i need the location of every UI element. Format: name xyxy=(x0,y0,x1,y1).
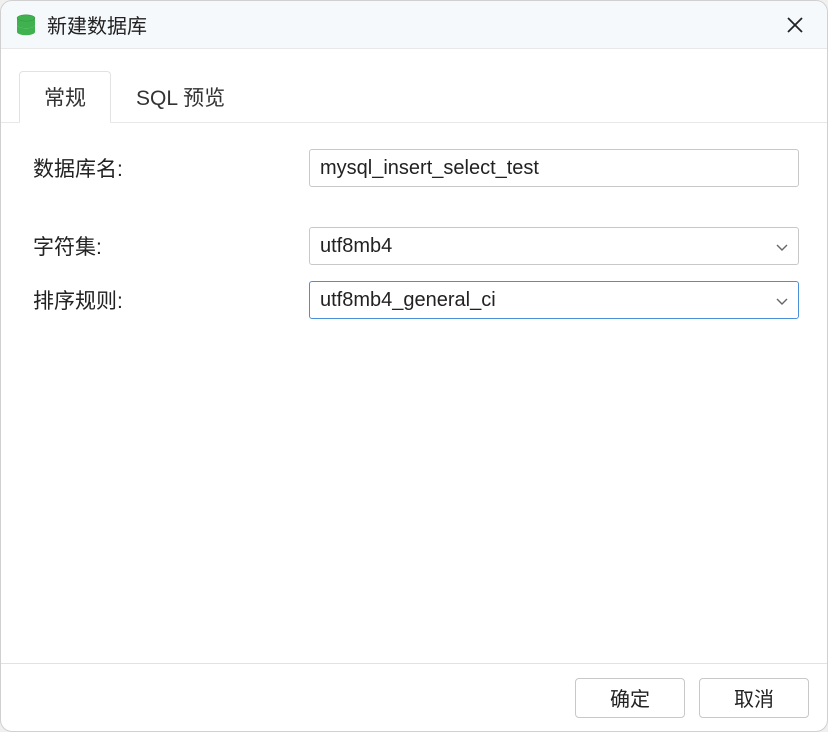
dialog-footer: 确定 取消 xyxy=(1,663,827,731)
select-collation-wrapper: utf8mb4_general_ci xyxy=(309,281,799,319)
ok-button[interactable]: 确定 xyxy=(575,678,685,718)
select-collation[interactable]: utf8mb4_general_ci xyxy=(309,281,799,319)
close-button[interactable] xyxy=(777,7,813,43)
label-database-name: 数据库名: xyxy=(29,153,309,183)
label-charset: 字符集: xyxy=(29,231,309,261)
input-database-name[interactable] xyxy=(309,149,799,187)
chevron-down-icon xyxy=(776,235,788,258)
select-charset[interactable]: utf8mb4 xyxy=(309,227,799,265)
close-icon xyxy=(786,16,804,34)
cancel-button[interactable]: 取消 xyxy=(699,678,809,718)
select-charset-value: utf8mb4 xyxy=(320,235,392,258)
tab-general[interactable]: 常规 xyxy=(19,71,111,123)
row-charset: 字符集: utf8mb4 xyxy=(29,227,799,265)
select-collation-value: utf8mb4_general_ci xyxy=(320,289,496,312)
dialog-title: 新建数据库 xyxy=(47,10,777,39)
tab-label: 常规 xyxy=(44,87,86,110)
database-icon xyxy=(15,14,37,36)
chevron-down-icon xyxy=(776,289,788,312)
select-charset-wrapper: utf8mb4 xyxy=(309,227,799,265)
tab-label: SQL 预览 xyxy=(136,87,225,110)
titlebar: 新建数据库 xyxy=(1,1,827,49)
tab-content-general: 数据库名: 字符集: utf8mb4 排序规则: utf xyxy=(1,122,827,663)
label-collation: 排序规则: xyxy=(29,285,309,315)
row-collation: 排序规则: utf8mb4_general_ci xyxy=(29,281,799,319)
tab-sql-preview[interactable]: SQL 预览 xyxy=(111,71,250,123)
new-database-dialog: 新建数据库 常规 SQL 预览 数据库名: 字符集: utf8mb4 xyxy=(0,0,828,732)
tabs: 常规 SQL 预览 xyxy=(1,49,827,123)
row-database-name: 数据库名: xyxy=(29,149,799,187)
